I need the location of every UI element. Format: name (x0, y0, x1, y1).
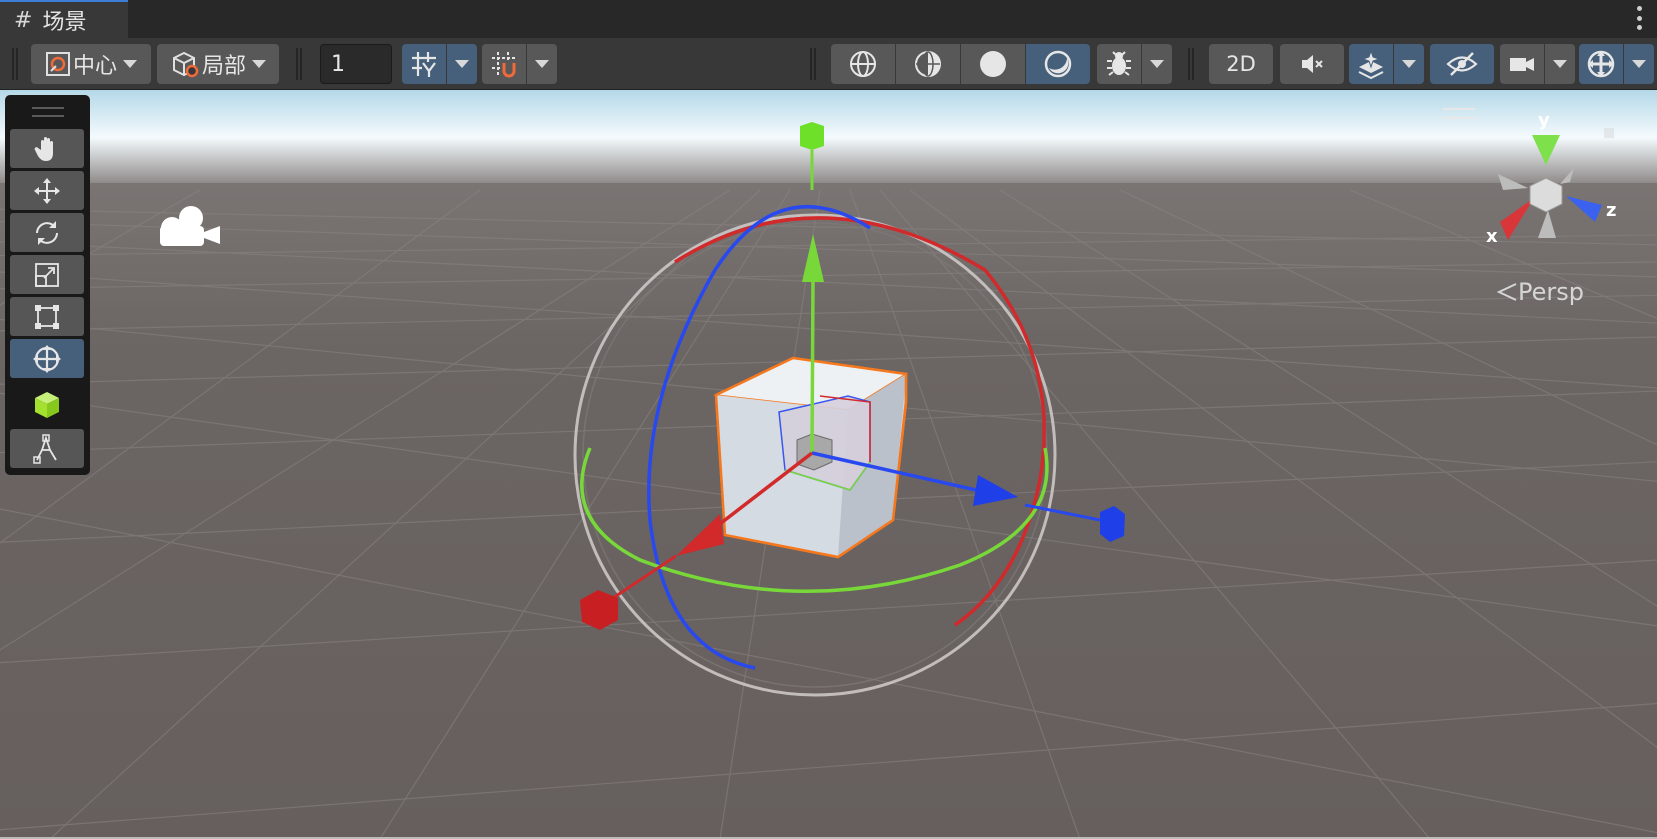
hand-icon (34, 136, 53, 161)
gizmo-z-label: z (1606, 200, 1617, 221)
scene-visibility-button[interactable] (1430, 44, 1494, 84)
gizmo-x-label: x (1486, 226, 1498, 247)
chevron-down-icon (252, 60, 266, 68)
effects-toggle-button[interactable] (1349, 44, 1393, 84)
eye-hidden-icon (1446, 52, 1478, 76)
projection-toggle[interactable]: Persp (1496, 278, 1584, 306)
chevron-down-icon (455, 60, 469, 68)
panel-grip[interactable] (32, 107, 64, 117)
more-options-icon[interactable] (1637, 6, 1643, 30)
shaded-sphere-icon (980, 51, 1006, 77)
debug-draw-mode-dropdown[interactable] (1142, 44, 1172, 84)
chevron-down-icon (1150, 60, 1164, 68)
rotate-icon (36, 220, 58, 245)
y-scale-handle[interactable] (800, 122, 824, 150)
toolbar-grip[interactable] (1188, 48, 1194, 80)
audio-toggle-button[interactable] (1280, 44, 1344, 84)
custom-cube-icon (35, 391, 59, 418)
chevron-down-icon (1553, 60, 1567, 68)
toggle-2d-label: 2D (1226, 52, 1256, 76)
pivot-center-icon (45, 52, 70, 76)
scene-viewport[interactable] (0, 90, 1657, 839)
move-tool-button[interactable] (10, 171, 84, 210)
video-camera-icon (1510, 58, 1534, 71)
z-scale-handle[interactable] (1100, 506, 1125, 542)
snap-magnet-icon (492, 52, 516, 78)
rect-tool-button[interactable] (10, 297, 84, 336)
grid-size-input[interactable]: 1 (320, 44, 392, 84)
move-icon (34, 177, 60, 204)
local-space-icon (172, 51, 199, 78)
projection-label: Persp (1518, 278, 1584, 306)
toolbar-grip[interactable] (12, 48, 18, 80)
rotate-tool-button[interactable] (10, 213, 84, 252)
speaker-mute-icon (1302, 55, 1323, 73)
shaded-wireframe-sphere-icon (915, 51, 941, 77)
effects-layers-icon (1358, 49, 1384, 79)
grid-snap-dropdown[interactable] (447, 44, 477, 84)
chevron-down-icon (123, 60, 137, 68)
tools-overlay-panel (5, 95, 90, 475)
scale-tool-button[interactable] (10, 255, 84, 294)
perspective-icon (1496, 283, 1517, 301)
gizmos-toggle-button[interactable] (1579, 44, 1623, 84)
grid-snap-icon (412, 52, 436, 77)
wireframe-sphere-icon (850, 51, 876, 77)
gizmo-orbit-icon (1587, 50, 1615, 78)
chevron-down-icon (535, 60, 549, 68)
pivot-mode-dropdown[interactable]: 中心 (31, 44, 151, 84)
debug-draw-mode-button[interactable] (1097, 44, 1141, 84)
bug-icon (1107, 51, 1131, 76)
shaded-draw-mode-button[interactable] (961, 44, 1025, 84)
lighting-sphere-icon (1044, 50, 1072, 78)
scale-icon (35, 262, 59, 287)
scene-camera-button[interactable] (1500, 44, 1544, 84)
tab-bar: # 场景 (0, 0, 1657, 38)
increment-snap-toggle[interactable] (482, 44, 526, 84)
path-tool-button[interactable] (10, 429, 84, 468)
pivot-mode-label: 中心 (72, 54, 117, 79)
gizmo-center-cube[interactable] (1529, 177, 1563, 213)
lit-draw-mode-button[interactable] (1026, 44, 1090, 84)
pivot-rotation-label: 局部 (201, 54, 246, 79)
pivot-rotation-dropdown[interactable]: 局部 (157, 44, 279, 84)
toolbar-grip[interactable] (810, 48, 816, 80)
tab-title: 场景 (42, 10, 87, 35)
gizmo-menu-icon[interactable] (1443, 108, 1475, 119)
chevron-down-icon (1402, 60, 1416, 68)
shaded-wireframe-draw-mode-button[interactable] (896, 44, 960, 84)
scene-canvas[interactable] (0, 90, 1657, 839)
increment-snap-dropdown[interactable] (527, 44, 557, 84)
path-tool-icon (33, 433, 57, 464)
rect-icon (35, 304, 59, 329)
scene-camera-dropdown[interactable] (1545, 44, 1575, 84)
scene-toolbar: 中心 局部 1 2D (0, 38, 1657, 90)
chevron-down-icon (1632, 60, 1646, 68)
toggle-2d-button[interactable]: 2D (1209, 44, 1273, 84)
scene-hash-icon: # (14, 7, 33, 33)
gizmos-dropdown[interactable] (1624, 44, 1654, 84)
toolbar-grip[interactable] (296, 48, 302, 80)
transform-icon (33, 344, 61, 373)
y-axis-line[interactable] (810, 279, 815, 454)
tab-scene[interactable]: # 场景 (0, 0, 128, 38)
wireframe-draw-mode-button[interactable] (831, 44, 895, 84)
hand-tool-button[interactable] (10, 129, 84, 168)
gizmo-y-label: y (1538, 110, 1550, 131)
effects-dropdown[interactable] (1394, 44, 1424, 84)
custom-editor-tool-button[interactable] (10, 385, 84, 424)
sky (0, 90, 1657, 185)
grid-snap-toggle[interactable] (402, 44, 446, 84)
transform-tool-button[interactable] (10, 339, 84, 378)
lock-icon[interactable] (1604, 128, 1614, 138)
